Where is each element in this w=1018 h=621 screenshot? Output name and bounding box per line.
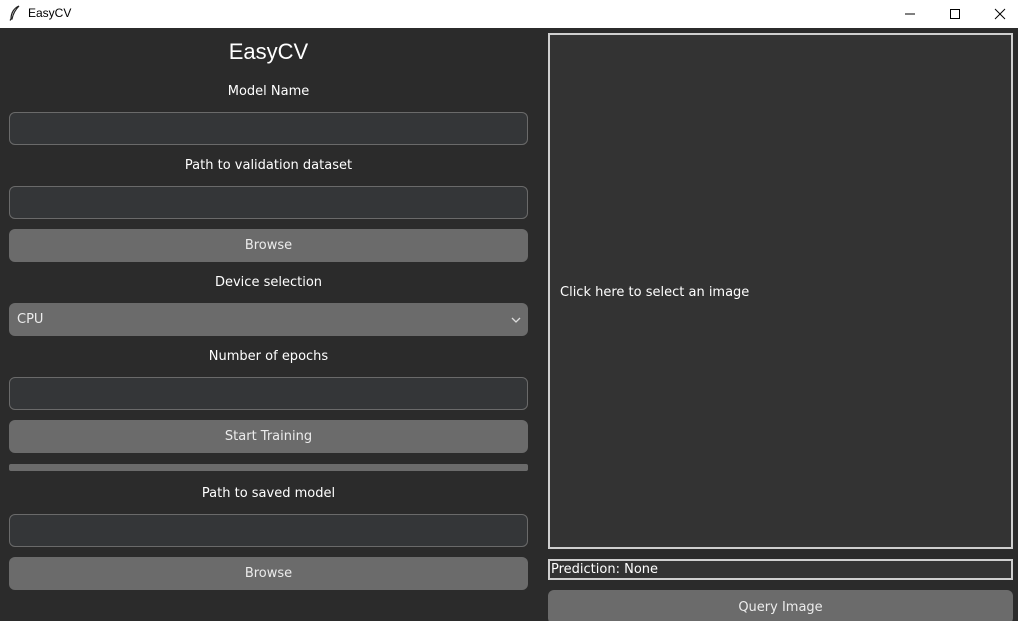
saved-model-input[interactable]	[9, 514, 528, 547]
device-select[interactable]: CPU	[9, 303, 528, 336]
image-select-area[interactable]: Click here to select an image	[548, 33, 1013, 549]
image-select-hint: Click here to select an image	[560, 285, 750, 300]
close-icon	[994, 8, 1006, 20]
maximize-icon	[950, 9, 960, 19]
validation-path-input[interactable]	[9, 186, 528, 219]
window-title: EasyCV	[28, 6, 72, 20]
device-selection-label: Device selection	[214, 275, 323, 290]
feather-icon	[8, 5, 22, 21]
model-name-label: Model Name	[227, 84, 310, 99]
training-progress-bar	[9, 464, 528, 471]
browse-validation-button[interactable]: Browse	[9, 229, 528, 262]
epochs-label: Number of epochs	[208, 349, 329, 364]
browse-model-button[interactable]: Browse	[9, 557, 528, 590]
close-button[interactable]	[977, 0, 1018, 28]
minimize-button[interactable]	[887, 0, 933, 28]
saved-model-label: Path to saved model	[201, 486, 336, 501]
prediction-label: Prediction: None	[548, 559, 1013, 580]
query-image-button[interactable]: Query Image	[548, 590, 1013, 621]
minimize-icon	[905, 13, 915, 15]
chevron-down-icon	[511, 317, 521, 323]
model-name-input[interactable]	[9, 112, 528, 145]
validation-path-label: Path to validation dataset	[184, 158, 353, 173]
epochs-input[interactable]	[9, 377, 528, 410]
start-training-button[interactable]: Start Training	[9, 420, 528, 453]
app-client-area: EasyCV Model Name Path to validation dat…	[0, 28, 1018, 621]
device-select-value: CPU	[17, 312, 44, 327]
maximize-button[interactable]	[932, 0, 978, 28]
app-heading: EasyCV	[228, 39, 309, 64]
window-titlebar: EasyCV	[0, 0, 1018, 28]
